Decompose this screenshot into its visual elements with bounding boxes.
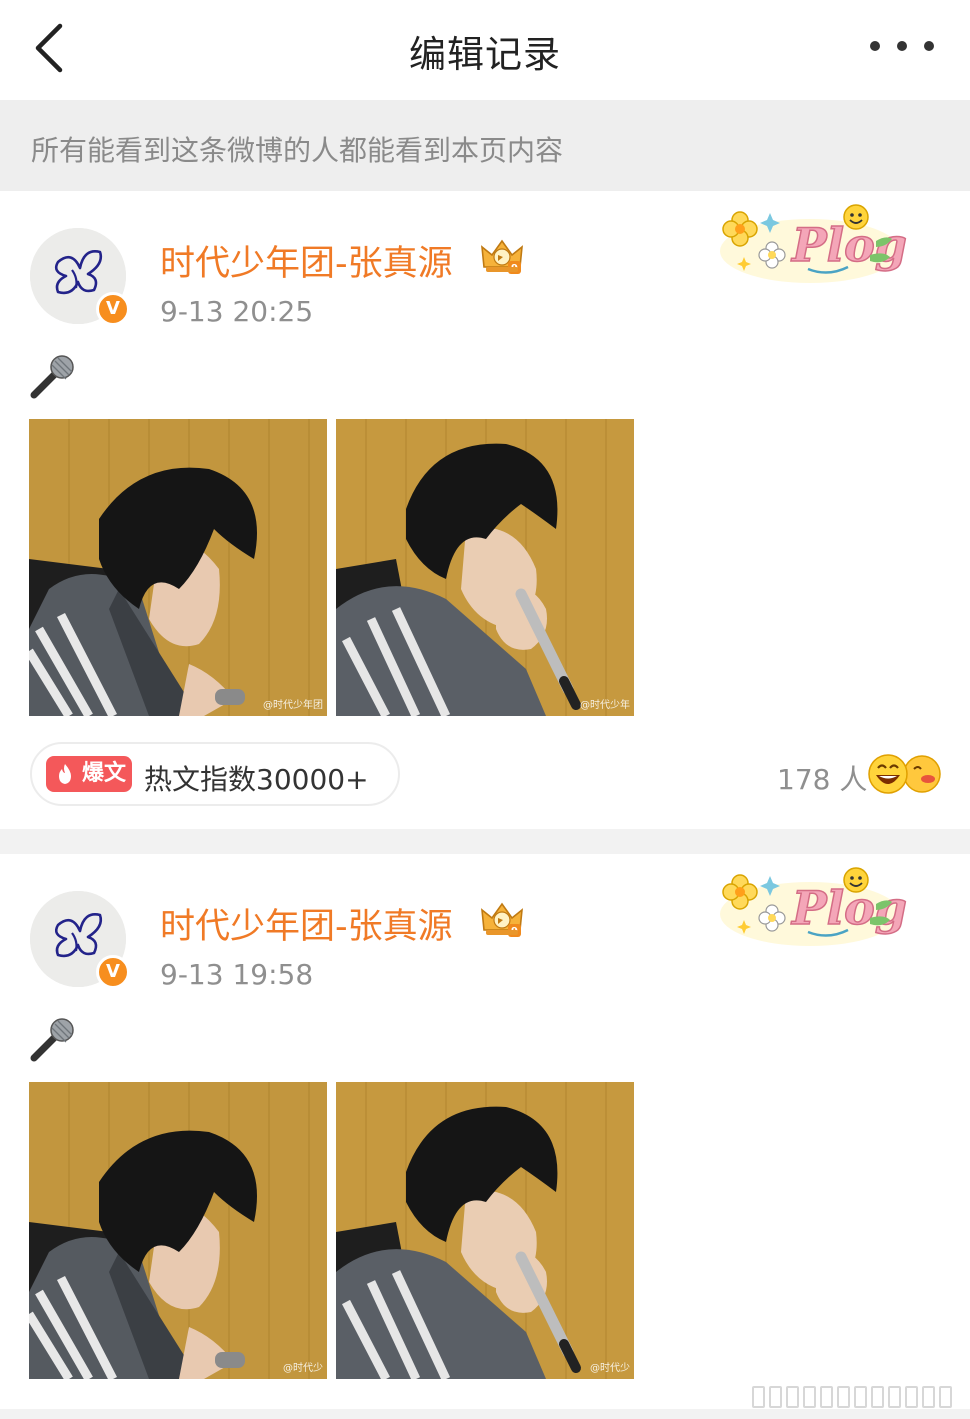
visibility-notice: 所有能看到这条微博的人都能看到本页内容 — [0, 100, 970, 191]
verified-v-icon: V — [96, 292, 130, 326]
laugh-emoji-icon[interactable] — [864, 753, 944, 795]
image-watermark: @时代少年 — [580, 700, 630, 711]
image-watermark: @时代少 — [590, 1363, 630, 1374]
image-watermark: @时代少年团 — [263, 700, 323, 711]
microphone-icon — [28, 355, 78, 399]
post-card: V 时代少年团-张真源 9-13 20:25 @时代少年团 @时代少年 爆文 热… — [0, 191, 970, 829]
more-options-button[interactable] — [870, 34, 934, 58]
crown-badge-icon[interactable] — [478, 237, 526, 277]
hot-index-pill[interactable]: 爆文 热文指数30000+ — [30, 742, 400, 806]
page-title: 编辑记录 — [409, 33, 561, 76]
plog-sticker-icon — [712, 199, 908, 291]
microphone-icon — [28, 1018, 78, 1062]
hot-badge: 爆文 — [46, 756, 132, 792]
image-watermark: @时代少 — [283, 1363, 323, 1374]
photo-looking-down — [29, 1082, 327, 1379]
post-card: V 时代少年团-张真源 9-13 19:58 @时代少 @时代少 — [0, 854, 970, 1409]
author-name[interactable]: 时代少年团-张真源 — [160, 235, 453, 286]
post-image[interactable]: @时代少年 — [336, 419, 634, 716]
plog-sticker-icon — [712, 862, 908, 954]
photo-singing-microphone — [336, 419, 634, 716]
post-timestamp: 9-13 19:58 — [160, 958, 314, 991]
post-image[interactable]: @时代少 — [29, 1082, 327, 1379]
platform-watermark — [752, 1384, 962, 1410]
verified-v-icon: V — [96, 955, 130, 989]
fire-icon — [54, 763, 76, 785]
post-timestamp: 9-13 20:25 — [160, 295, 314, 328]
crown-badge-icon[interactable] — [478, 900, 526, 940]
photo-singing-microphone — [336, 1082, 634, 1379]
notice-text: 所有能看到这条微博的人都能看到本页内容 — [31, 134, 564, 167]
post-image[interactable]: @时代少年团 — [29, 419, 327, 716]
photo-looking-down — [29, 419, 327, 716]
top-bar: 编辑记录 — [0, 0, 970, 100]
more-dots-icon — [870, 41, 880, 51]
post-image[interactable]: @时代少 — [336, 1082, 634, 1379]
hot-index-text: 热文指数30000+ — [144, 763, 369, 796]
reaction-count[interactable]: 178 人 — [777, 758, 867, 798]
author-name[interactable]: 时代少年团-张真源 — [160, 898, 453, 949]
